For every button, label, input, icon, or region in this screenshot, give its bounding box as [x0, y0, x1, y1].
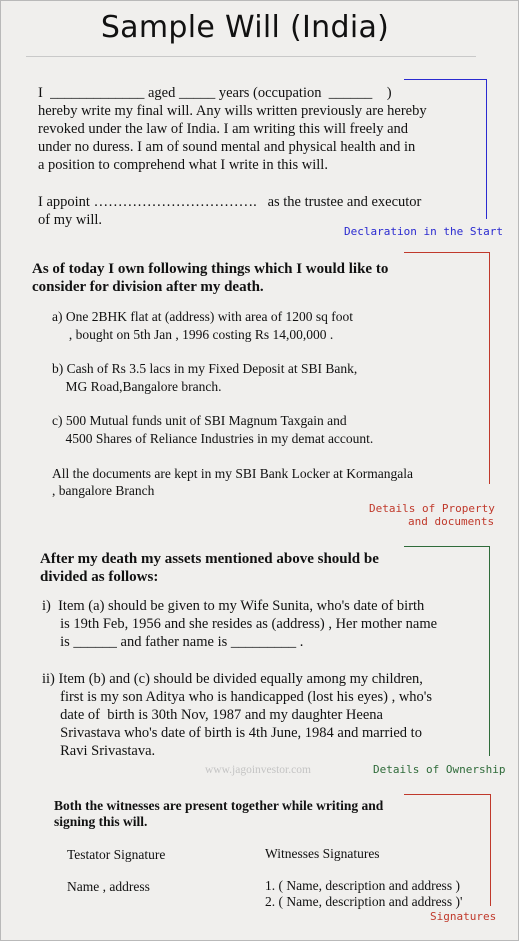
- property-item-b: MG Road,Bangalore branch.: [52, 379, 222, 394]
- testator-signature-label: Testator Signature: [67, 847, 166, 862]
- property-item-c: c) 500 Mutual funds unit of SBI Magnum T…: [52, 413, 347, 428]
- division-heading: After my death my assets mentioned above…: [40, 551, 379, 567]
- property-item-a: a) One 2BHK flat at (address) with area …: [52, 309, 354, 324]
- witnesses-heading: signing this will.: [54, 814, 148, 829]
- declaration-line: hereby write my final will. Any wills wr…: [38, 103, 427, 119]
- declaration-bracket: [404, 79, 487, 219]
- appoint-line: I appoint ……………………………. as the trustee an…: [38, 194, 422, 210]
- appoint-line: of my will.: [38, 212, 103, 228]
- witnesses-signatures-label: Witnesses Signatures: [265, 846, 380, 861]
- documents-note: All the documents are kept in my SBI Ban…: [52, 466, 414, 481]
- division-item-i: is ______ and father name is _________ .: [42, 634, 304, 650]
- property-item-a: , bought on 5th Jan , 1996 costing Rs 14…: [52, 327, 334, 342]
- property-heading: consider for division after my death.: [32, 279, 264, 295]
- signatures-bracket: [404, 794, 491, 906]
- ownership-bracket: [404, 546, 490, 756]
- documents-note: , bangalore Branch: [52, 483, 155, 498]
- division-item-ii: date of birth is 30th Nov, 1987 and my d…: [42, 707, 383, 723]
- declaration-annotation: Declaration in the Start: [344, 225, 503, 238]
- division-heading: divided as follows:: [40, 569, 159, 585]
- property-item-c: 4500 Shares of Reliance Industries in my…: [52, 431, 374, 446]
- watermark: www.jagoinvestor.com: [205, 764, 311, 776]
- division-item-i: i) Item (a) should be given to my Wife S…: [42, 598, 425, 614]
- property-heading: As of today I own following things which…: [32, 261, 389, 277]
- property-annotation: and documents: [408, 515, 495, 528]
- declaration-line: under no duress. I am of sound mental an…: [38, 139, 416, 155]
- name-address-label: Name , address: [67, 879, 150, 894]
- signatures-annotation: Signatures: [430, 910, 497, 923]
- declaration-line: a position to comprehend what I write in…: [38, 157, 328, 173]
- division-item-i: is 19th Feb, 1956 and she resides as (ad…: [42, 616, 438, 632]
- declaration-line: I _____________ aged _____ years (occupa…: [38, 85, 392, 101]
- property-item-b: b) Cash of Rs 3.5 lacs in my Fixed Depos…: [52, 361, 358, 376]
- property-bracket: [404, 252, 490, 484]
- declaration-line: revoked under the law of India. I am wri…: [38, 121, 409, 137]
- property-annotation: Details of Property: [369, 502, 495, 515]
- division-item-ii: ii) Item (b) and (c) should be divided e…: [42, 671, 423, 687]
- title-divider: [26, 56, 476, 57]
- page-title: Sample Will (India): [100, 10, 390, 45]
- division-item-ii: Ravi Srivastava.: [42, 743, 156, 759]
- ownership-annotation: Details of Ownership: [373, 763, 506, 776]
- division-item-ii: first is my son Aditya who is handicappe…: [42, 689, 433, 705]
- division-item-ii: Srivastava who's date of birth is 4th Ju…: [42, 725, 422, 741]
